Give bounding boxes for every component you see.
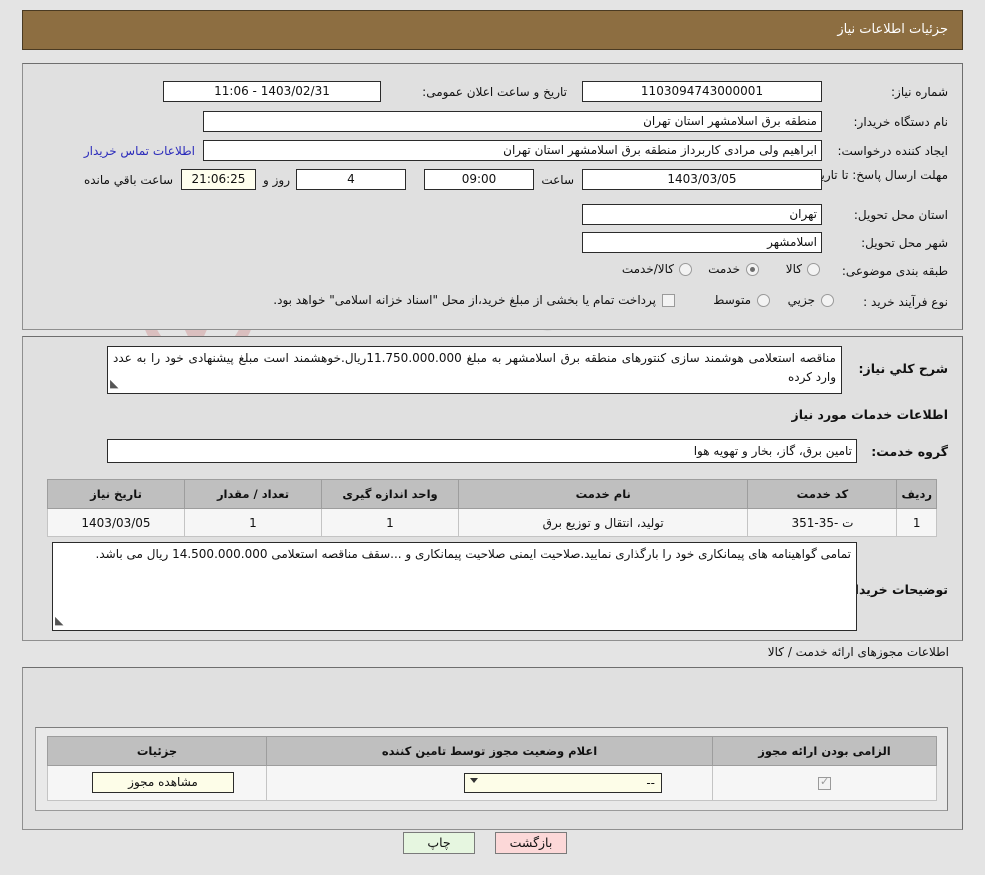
request-creator-label: ایجاد کننده درخواست: — [837, 144, 948, 158]
cell-permit-status: -- — [266, 765, 713, 801]
cell-permit-required — [712, 765, 937, 801]
service-group-value: تامین برق، گاز، بخار و تهویه هوا — [107, 439, 857, 463]
buyer-notes-label: توضیحات خریدار: — [842, 582, 948, 597]
deadline-time-value: 09:00 — [424, 169, 534, 190]
service-details-panel: شرح کلي نیاز: مناقصه استعلامی هوشمند ساز… — [22, 336, 963, 641]
buyer-org-value: منطقه برق اسلامشهر استان تهران — [203, 111, 822, 132]
summary-textarea[interactable]: مناقصه استعلامی هوشمند سازی کنتورهای منط… — [107, 346, 842, 394]
col-unit: واحد اندازه گیری — [321, 479, 459, 509]
need-number-value: 1103094743000001 — [582, 81, 822, 102]
countdown-timer-value: 21:06:25 — [181, 169, 256, 190]
delivery-city-label: شهر محل تحویل: — [861, 236, 948, 250]
service-group-label: گروه خدمت: — [871, 444, 948, 459]
category-radio-service[interactable] — [746, 263, 759, 276]
back-button[interactable]: بازگشت — [495, 832, 567, 854]
need-number-label: شماره نیاز: — [891, 85, 948, 99]
category-option-goods-service: کالا/خدمت — [621, 262, 674, 276]
view-permit-button[interactable]: مشاهده مجوز — [92, 772, 234, 793]
page-title: جزئیات اطلاعات نیاز — [837, 22, 948, 37]
services-section-title: اطلاعات خدمات مورد نیاز — [791, 407, 949, 422]
col-need-date: تاریخ نیاز — [47, 479, 185, 509]
col-quantity: تعداد / مقدار — [184, 479, 322, 509]
table-row: 1 ت -35-351 تولید، انتقال و توزیع برق 1 … — [47, 508, 937, 537]
col-row-no: ردیف — [896, 479, 937, 509]
cell-service-name: تولید، انتقال و توزیع برق — [457, 508, 749, 537]
process-radio-medium[interactable] — [757, 294, 770, 307]
category-label: طبقه بندی موضوعی: — [841, 264, 948, 278]
buyer-contact-link[interactable]: اطلاعات تماس خریدار — [84, 144, 195, 158]
islamic-treasury-checkbox[interactable] — [662, 294, 675, 307]
category-radio-goods-service[interactable] — [679, 263, 692, 276]
page-header-bar: جزئیات اطلاعات نیاز — [22, 10, 963, 50]
permit-status-select[interactable]: -- — [464, 773, 662, 793]
remaining-days-label: روز و — [263, 173, 290, 187]
cell-permit-details: مشاهده مجوز — [47, 765, 267, 801]
cell-unit: 1 — [321, 508, 459, 537]
permit-status-value: -- — [646, 776, 655, 790]
need-info-panel: شماره نیاز: 1103094743000001 تاریخ و ساع… — [22, 63, 963, 330]
request-creator-value: ابراهیم ولی مرادی کاربرداز منطقه برق اسل… — [203, 140, 822, 161]
resize-grip-icon[interactable]: ◢ — [55, 611, 63, 630]
buyer-notes-text: تمامی گواهینامه های پیمانکاری خود را بار… — [95, 547, 851, 561]
cell-quantity: 1 — [184, 508, 322, 537]
process-option-minor: جزیي — [787, 293, 815, 307]
services-table-header-row: ردیف کد خدمت نام خدمت واحد اندازه گیری ت… — [47, 479, 937, 509]
footer-actions: بازگشت چاپ — [0, 832, 985, 872]
print-button[interactable]: چاپ — [403, 832, 475, 854]
cell-row-no: 1 — [896, 508, 937, 537]
services-table: ردیف کد خدمت نام خدمت واحد اندازه گیری ت… — [47, 479, 937, 537]
announcement-value: 1403/02/31 - 11:06 — [163, 81, 381, 102]
permits-panel: الزامی بودن ارائه مجوز اعلام وضعیت مجوز … — [22, 667, 963, 830]
resize-grip-icon[interactable]: ◢ — [110, 374, 118, 393]
category-radio-goods[interactable] — [807, 263, 820, 276]
buyer-notes-textarea[interactable]: تمامی گواهینامه های پیمانکاری خود را بار… — [52, 542, 857, 631]
process-radio-minor[interactable] — [821, 294, 834, 307]
buyer-org-label: نام دستگاه خریدار: — [853, 115, 949, 129]
col-service-name: نام خدمت — [457, 479, 749, 509]
permit-required-checkbox — [818, 775, 831, 790]
cell-need-date: 1403/03/05 — [47, 508, 185, 537]
deadline-date-value: 1403/03/05 — [582, 169, 822, 190]
delivery-city-value: اسلامشهر — [582, 232, 822, 253]
col-permit-details: جزئیات — [47, 736, 267, 766]
process-option-medium: متوسط — [713, 293, 751, 307]
chevron-down-icon — [470, 778, 478, 783]
cell-service-code: ت -35-351 — [747, 508, 898, 537]
deadline-time-label: ساعت — [541, 173, 574, 187]
col-permit-status: اعلام وضعیت مجوز توسط تامین کننده — [266, 736, 713, 766]
announcement-label: تاریخ و ساعت اعلان عمومی: — [422, 85, 567, 99]
permits-table-header-row: الزامی بودن ارائه مجوز اعلام وضعیت مجوز … — [47, 736, 937, 766]
permits-table: الزامی بودن ارائه مجوز اعلام وضعیت مجوز … — [47, 736, 937, 801]
col-permit-required: الزامی بودن ارائه مجوز — [712, 736, 937, 766]
countdown-label: ساعت باقي مانده — [83, 173, 173, 187]
summary-label: شرح کلي نیاز: — [858, 361, 948, 376]
islamic-treasury-note: پرداخت تمام یا بخشی از مبلغ خرید،از محل … — [273, 293, 656, 307]
permits-section-title: اطلاعات مجوزهای ارائه خدمت / کالا — [767, 645, 949, 659]
remaining-days-value: 4 — [296, 169, 406, 190]
col-service-code: کد خدمت — [747, 479, 898, 509]
category-option-goods: کالا — [785, 262, 802, 276]
purchase-process-label: نوع فرآیند خرید : — [863, 295, 948, 309]
category-option-service: خدمت — [708, 262, 740, 276]
deadline-label: مهلت ارسال پاسخ: تا تاریخ: — [809, 168, 948, 182]
summary-text: مناقصه استعلامی هوشمند سازی کنتورهای منط… — [113, 351, 836, 384]
delivery-province-label: استان محل تحویل: — [853, 208, 948, 222]
table-row: -- مشاهده مجوز — [47, 765, 937, 801]
delivery-province-value: تهران — [582, 204, 822, 225]
